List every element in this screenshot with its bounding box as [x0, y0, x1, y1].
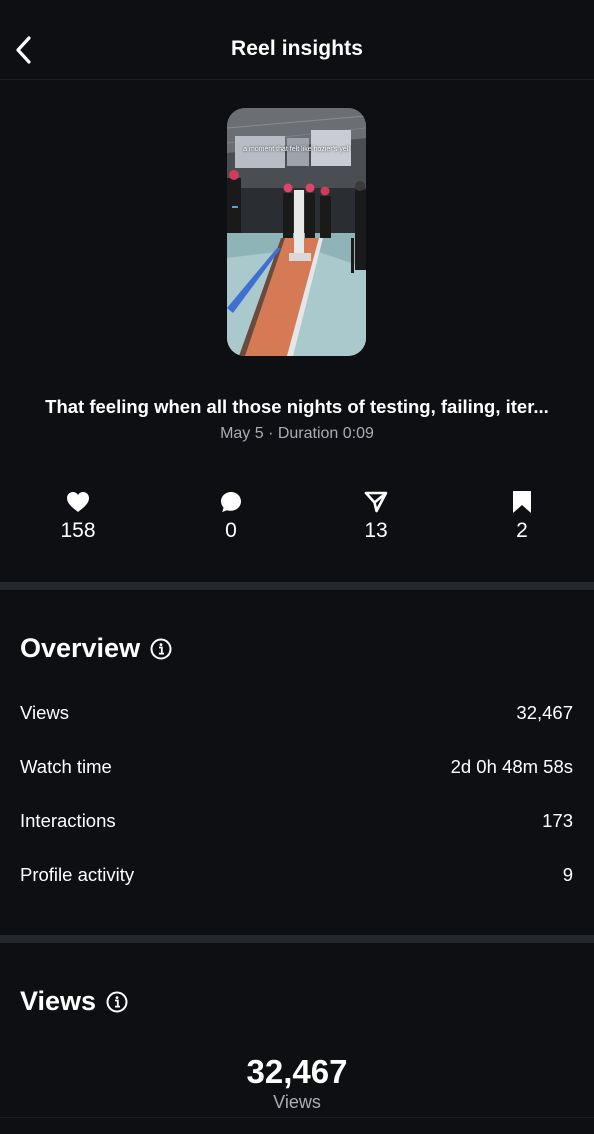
overview-row-watch-time[interactable]: Watch time 2d 0h 48m 58s — [20, 756, 573, 778]
saves-count: 2 — [516, 519, 528, 542]
views-total-label: Views — [273, 1092, 321, 1112]
overview-row-value: 2d 0h 48m 58s — [450, 756, 573, 777]
send-icon — [364, 491, 388, 513]
reel-caption: That feeling when all those nights of te… — [45, 396, 549, 417]
overview-row-label: Profile activity — [20, 864, 135, 885]
views-title-text: Views — [20, 986, 97, 1016]
overview-row-views[interactable]: Views 32,467 — [20, 702, 573, 724]
reel-meta: May 5 · Duration 0:09 — [220, 425, 374, 442]
info-icon[interactable] — [150, 638, 172, 660]
heart-icon — [67, 492, 89, 512]
section-divider — [0, 935, 594, 943]
overview-row-value: 173 — [542, 810, 573, 831]
shares-stat: 13 — [336, 490, 416, 543]
likes-stat: 158 — [38, 490, 118, 543]
comment-bubble-icon — [221, 492, 241, 512]
overview-row-label: Views — [20, 702, 70, 723]
overview-row-profile-activity[interactable]: Profile activity 9 — [20, 864, 573, 886]
overview-title-text: Overview — [20, 633, 141, 663]
saves-stat: 2 — [482, 490, 562, 543]
bookmark-icon — [513, 491, 531, 513]
views-total: 32,467 — [246, 1053, 348, 1090]
overview-row-value: 32,467 — [516, 702, 573, 723]
likes-count: 158 — [60, 519, 96, 542]
top-bar: Reel insights — [0, 0, 594, 80]
info-icon[interactable] — [106, 991, 128, 1013]
overview-row-value: 9 — [562, 864, 573, 885]
overview-row-label: Interactions — [20, 810, 116, 831]
bottom-divider — [0, 1117, 594, 1118]
reel-thumbnail[interactable]: a moment that felt like hozier's yell — [227, 108, 366, 356]
comments-count: 0 — [225, 519, 237, 542]
section-divider — [0, 582, 594, 590]
overview-row-interactions[interactable]: Interactions 173 — [20, 810, 573, 832]
views-title: Views — [20, 986, 128, 1017]
reel-insights-screen: Reel insights a moment that felt like ho… — [0, 0, 594, 1134]
shares-count: 13 — [364, 519, 388, 542]
overview-row-label: Watch time — [20, 756, 112, 777]
comments-stat: 0 — [191, 490, 271, 543]
page-title: Reel insights — [231, 37, 363, 60]
overview-title: Overview — [20, 633, 172, 664]
thumbnail-caption: a moment that felt like hozier's yell — [243, 146, 350, 153]
